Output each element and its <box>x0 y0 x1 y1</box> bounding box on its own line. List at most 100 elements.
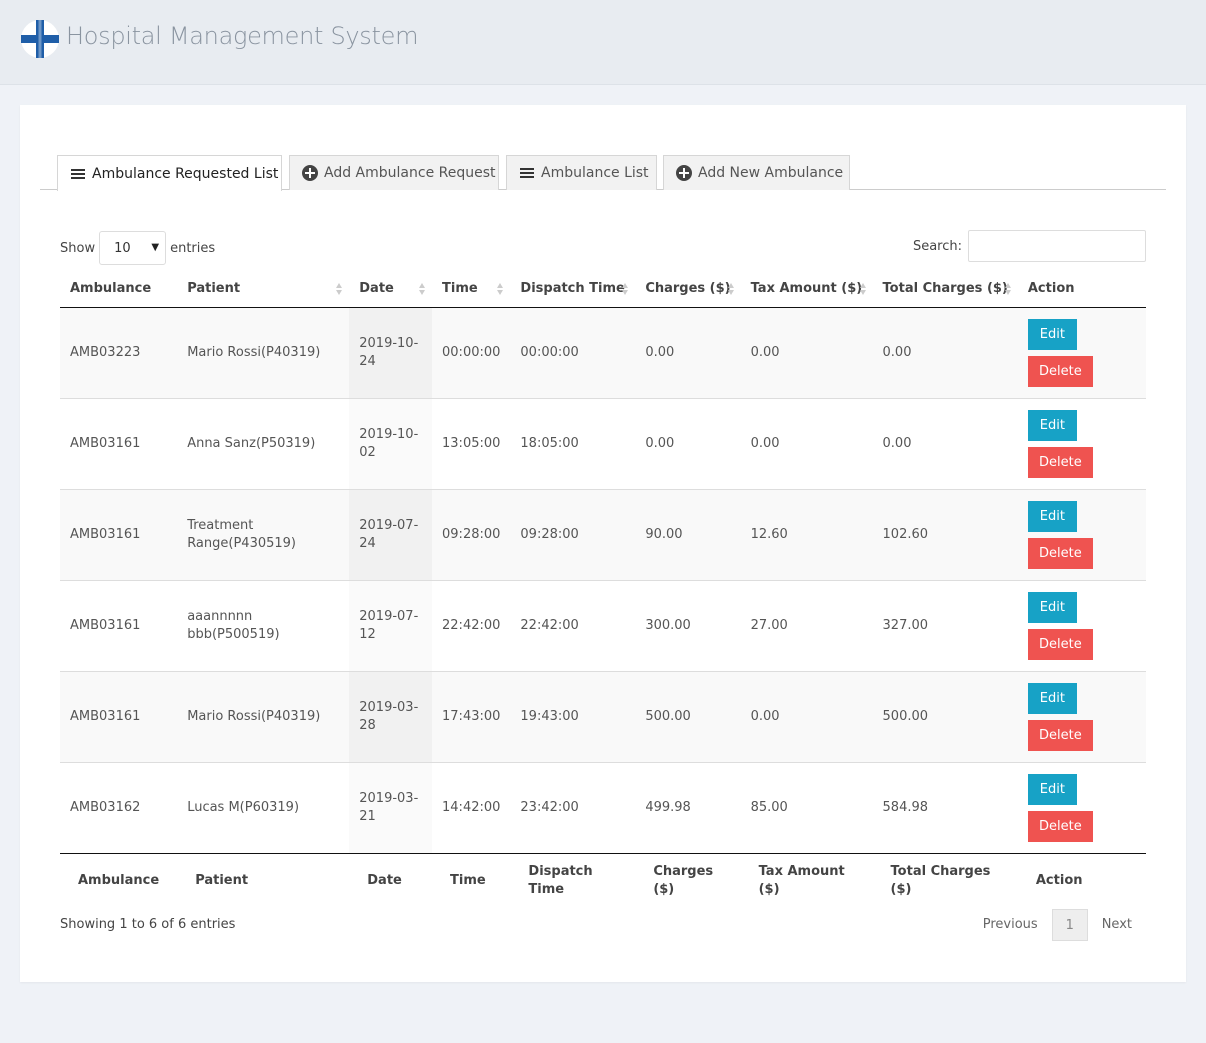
edit-button[interactable]: Edit <box>1027 773 1077 805</box>
column-header[interactable]: Dispatch Time <box>510 270 636 308</box>
edit-button[interactable]: Edit <box>1027 318 1077 350</box>
caret-down-icon: ▼ <box>151 242 160 253</box>
cell-charges: 300.00 <box>635 580 741 672</box>
column-footer: Date <box>367 873 402 889</box>
cell-ambulance: AMB03161 <box>60 671 178 763</box>
tab-add-new-ambulance[interactable]: Add New Ambulance <box>663 155 850 190</box>
cell-date: 2019-03-28 <box>349 671 433 763</box>
cell-dispatch-time: 23:42:00 <box>510 762 636 854</box>
cell-patient: Treatment Range(P430519) <box>177 489 350 581</box>
cell-time: 13:05:00 <box>432 398 511 490</box>
cell-action: Edit Delete <box>1017 671 1146 763</box>
cell-dispatch-time: 19:43:00 <box>510 671 636 763</box>
sort-icon <box>727 283 735 295</box>
column-header[interactable]: Ambulance <box>60 270 178 308</box>
cell-action: Edit Delete <box>1017 489 1146 581</box>
cell-ambulance: AMB03161 <box>60 398 178 490</box>
delete-button[interactable]: Delete <box>1027 719 1093 751</box>
column-footer: Charges ($) <box>653 864 714 898</box>
previous-page-button[interactable]: Previous <box>969 909 1052 941</box>
cell-charges: 499.98 <box>635 762 741 854</box>
entries-length-control: Show 10 ▼ entries <box>60 231 215 265</box>
next-page-button[interactable]: Next <box>1088 909 1146 941</box>
search-input[interactable] <box>968 230 1146 262</box>
cell-total-charges: 0.00 <box>872 398 1018 490</box>
entries-label: entries <box>170 240 216 256</box>
cell-date: 2019-03-21 <box>349 762 433 854</box>
cell-time: 14:42:00 <box>432 762 511 854</box>
table-row: AMB03161 Treatment Range(P430519) 2019-0… <box>60 489 1146 581</box>
column-header[interactable]: Date <box>349 270 433 308</box>
column-header-label: Patient <box>187 280 241 296</box>
cell-dispatch-time: 00:00:00 <box>510 307 636 399</box>
delete-button[interactable]: Delete <box>1027 355 1093 387</box>
cell-total-charges: 0.00 <box>872 307 1018 399</box>
plus-circle-icon <box>302 165 318 181</box>
sort-icon <box>336 283 343 295</box>
cell-time: 22:42:00 <box>432 580 511 672</box>
top-bar: Hospital Management System <box>0 0 1206 85</box>
cell-total-charges: 584.98 <box>872 762 1018 854</box>
cell-date: 2019-07-24 <box>349 489 433 581</box>
tab-ambulance-list[interactable]: Ambulance List <box>506 155 657 190</box>
cell-total-charges: 102.60 <box>872 489 1018 581</box>
cell-tax-amount: 27.00 <box>740 580 873 672</box>
column-header[interactable]: Patient <box>177 270 350 308</box>
column-header[interactable]: Tax Amount ($) <box>740 270 873 308</box>
cell-charges: 0.00 <box>635 398 741 490</box>
cell-dispatch-time: 18:05:00 <box>510 398 636 490</box>
edit-button[interactable]: Edit <box>1027 409 1077 441</box>
edit-button[interactable]: Edit <box>1027 591 1077 623</box>
cell-total-charges: 500.00 <box>872 671 1018 763</box>
sort-icon <box>622 283 629 295</box>
tab-label: Ambulance Requested List <box>92 165 279 182</box>
column-header-label: Tax Amount ($) <box>750 280 863 296</box>
delete-button[interactable]: Delete <box>1027 537 1093 569</box>
column-header[interactable]: Total Charges ($) <box>872 270 1018 308</box>
tab-label: Add New Ambulance <box>698 165 844 181</box>
column-header-label: Ambulance <box>70 280 152 296</box>
column-header[interactable]: Charges ($) <box>635 270 741 308</box>
delete-button[interactable]: Delete <box>1027 628 1093 660</box>
edit-button[interactable]: Edit <box>1027 682 1077 714</box>
cell-tax-amount: 12.60 <box>740 489 873 581</box>
tab-label: Ambulance List <box>541 165 649 181</box>
table-row: AMB03162 Lucas M(P60319) 2019-03-21 14:4… <box>60 762 1146 854</box>
cell-ambulance: AMB03161 <box>60 489 178 581</box>
column-header-label: Date <box>359 280 394 296</box>
delete-button[interactable]: Delete <box>1027 446 1093 478</box>
ambulance-request-table: Ambulance Patient Date Time Dispatch Tim… <box>60 270 1146 909</box>
column-header[interactable]: Time <box>432 270 511 308</box>
column-header-label: Total Charges ($) <box>882 280 1008 296</box>
list-icon <box>70 166 86 182</box>
cell-total-charges: 327.00 <box>872 580 1018 672</box>
hospital-cross-logo-icon <box>21 20 59 58</box>
column-footer: Action <box>1035 873 1083 889</box>
column-header-label: Charges ($) <box>645 280 731 296</box>
column-footer: Patient <box>195 873 249 889</box>
sort-icon <box>1004 283 1012 295</box>
plus-circle-icon <box>676 165 692 181</box>
cell-time: 17:43:00 <box>432 671 511 763</box>
app-title: Hospital Management System <box>66 22 419 50</box>
cell-patient: Mario Rossi(P40319) <box>177 671 350 763</box>
table-header-row: Ambulance Patient Date Time Dispatch Tim… <box>60 270 1146 308</box>
show-label: Show <box>60 240 96 256</box>
tab-add-ambulance-request[interactable]: Add Ambulance Request <box>289 155 499 190</box>
page-button-current[interactable]: 1 <box>1051 909 1088 941</box>
entries-select-value: 10 <box>114 240 131 256</box>
cell-ambulance: AMB03162 <box>60 762 178 854</box>
entries-select[interactable]: 10 ▼ <box>99 231 167 265</box>
table-footer-row: Ambulance Patient Date Time Dispatch Tim… <box>60 853 1146 909</box>
delete-button[interactable]: Delete <box>1027 810 1093 842</box>
table-row: AMB03161 Mario Rossi(P40319) 2019-03-28 … <box>60 671 1146 763</box>
edit-button[interactable]: Edit <box>1027 500 1077 532</box>
tab-ambulance-requested-list[interactable]: Ambulance Requested List <box>57 155 282 191</box>
cell-date: 2019-10-24 <box>349 307 433 399</box>
column-footer: Dispatch Time <box>528 864 593 898</box>
cell-date: 2019-07-12 <box>349 580 433 672</box>
list-icon <box>519 165 535 181</box>
column-footer: Time <box>450 873 486 889</box>
cell-patient: Lucas M(P60319) <box>177 762 350 854</box>
cell-action: Edit Delete <box>1017 762 1146 854</box>
